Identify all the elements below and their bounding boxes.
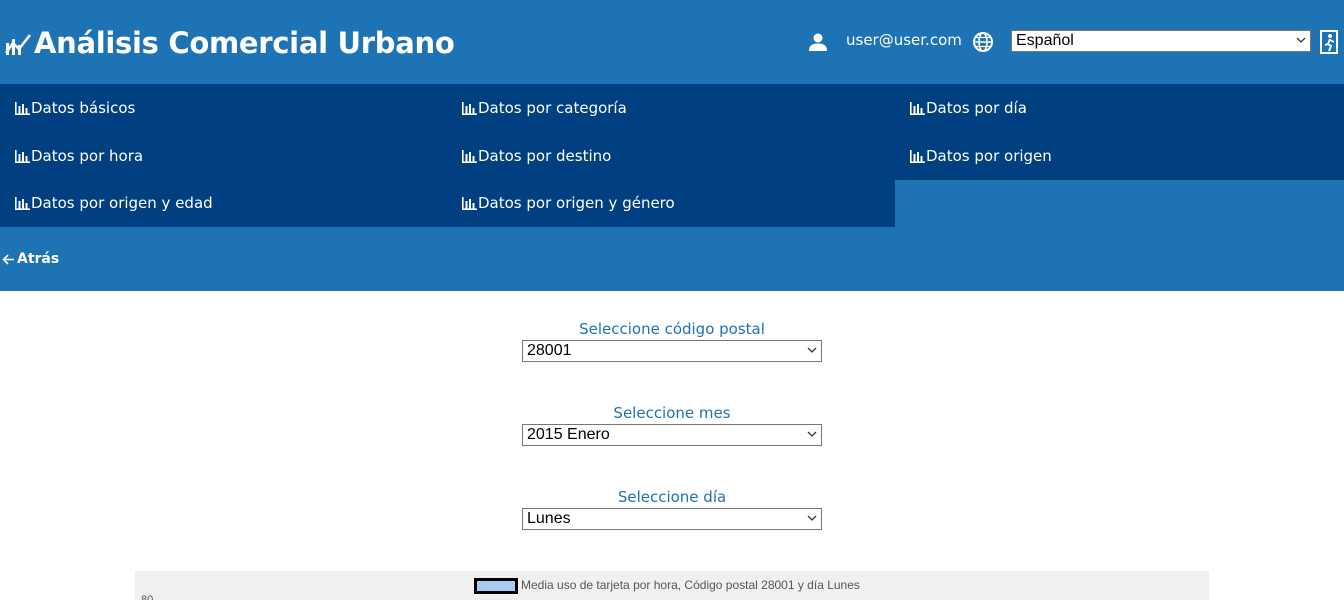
bar-chart-icon: [15, 149, 30, 163]
bar-chart-icon: [15, 101, 30, 115]
arrow-left-icon: [2, 253, 14, 265]
logout-icon[interactable]: [1320, 30, 1342, 54]
main-nav: Datos básicos Datos por categoría Datos …: [0, 84, 1344, 291]
day-select[interactable]: Lunes: [522, 508, 822, 530]
nav-item-datos-por-dia[interactable]: Datos por día: [896, 84, 1344, 132]
nav-item-datos-por-origen[interactable]: Datos por origen: [896, 132, 1344, 180]
nav-item-label: Datos por destino: [478, 146, 612, 165]
y-axis-tick-label: 80: [141, 594, 154, 600]
user-email: user@user.com: [846, 31, 962, 49]
nav-item-label: Datos por origen: [926, 146, 1052, 165]
legend-swatch[interactable]: [474, 578, 518, 594]
nav-item-datos-por-destino[interactable]: Datos por destino: [448, 132, 896, 180]
nav-item-datos-basicos[interactable]: Datos básicos: [0, 84, 448, 132]
day-value: Lunes: [527, 510, 571, 527]
chevron-down-icon: [807, 431, 817, 437]
chevron-down-icon: [1296, 37, 1306, 43]
postal-code-select[interactable]: 28001: [522, 340, 822, 362]
bar-chart-icon: [910, 101, 925, 115]
month-select[interactable]: 2015 Enero: [522, 424, 822, 446]
nav-item-label: Datos por origen y género: [478, 194, 675, 212]
person-icon: [809, 33, 827, 51]
nav-item-label: Datos por día: [926, 98, 1027, 117]
postal-code-value: 28001: [527, 342, 572, 359]
bar-chart-icon: [910, 149, 925, 163]
chevron-down-icon: [807, 515, 817, 521]
nav-item-datos-por-hora[interactable]: Datos por hora: [0, 132, 448, 180]
back-label: Atrás: [17, 251, 60, 267]
nav-item-datos-por-origen-y-genero[interactable]: Datos por origen y género: [448, 180, 895, 227]
bar-chart-icon: [462, 149, 477, 163]
legend-label: Media uso de tarjeta por hora, Código po…: [521, 578, 860, 592]
nav-item-label: Datos básicos: [31, 98, 136, 117]
day-label: Seleccione día: [617, 488, 727, 506]
month-value: 2015 Enero: [527, 426, 610, 443]
language-select[interactable]: Español: [1011, 30, 1311, 52]
nav-item-label: Datos por categoría: [478, 98, 627, 117]
nav-item-datos-por-categoria[interactable]: Datos por categoría: [448, 84, 896, 132]
postal-code-label: Seleccione código postal: [579, 320, 765, 338]
language-select-value: Español: [1016, 32, 1074, 49]
app-title: Análisis Comercial Urbano: [34, 26, 455, 60]
bar-chart-icon: [462, 101, 477, 115]
nav-item-label: Datos por hora: [31, 146, 144, 165]
bar-chart-icon: [462, 197, 477, 210]
month-label: Seleccione mes: [613, 404, 731, 422]
nav-item-label: Datos por origen y edad: [31, 194, 213, 212]
globe-icon: [973, 32, 993, 52]
chevron-down-icon: [807, 347, 817, 353]
chart-trend-icon: [4, 34, 31, 55]
top-header: Análisis Comercial Urbano user@user.com …: [0, 0, 1344, 84]
bar-chart-icon: [15, 197, 30, 210]
nav-item-datos-por-origen-y-edad[interactable]: Datos por origen y edad: [0, 180, 448, 227]
back-link[interactable]: Atrás: [2, 251, 59, 267]
brand[interactable]: Análisis Comercial Urbano: [4, 22, 455, 64]
hourly-card-usage-chart: Media uso de tarjeta por hora, Código po…: [135, 571, 1209, 600]
